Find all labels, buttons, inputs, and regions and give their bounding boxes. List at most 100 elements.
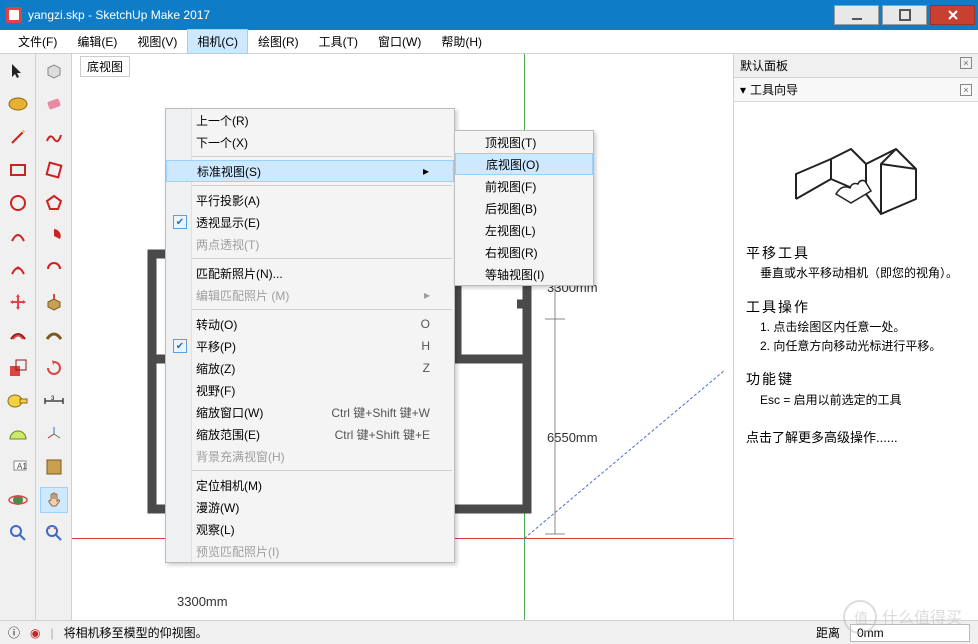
section-tool[interactable] <box>40 454 68 480</box>
view-left[interactable]: 左视图(L) <box>455 219 593 241</box>
menu-zoom-window[interactable]: 缩放窗口(W)Ctrl 键+Shift 键+W <box>166 401 454 423</box>
menu-parallel[interactable]: 平行投影(A) <box>166 189 454 211</box>
tool-column-1: A1 <box>0 54 36 620</box>
fn-heading: 功能键 <box>746 368 966 390</box>
menu-window[interactable]: 窗口(W) <box>368 29 431 54</box>
move-tool[interactable] <box>4 289 32 315</box>
freehand-tool[interactable] <box>40 124 68 150</box>
zoom-tool[interactable] <box>4 520 32 546</box>
menu-prev[interactable]: 上一个(R) <box>166 109 454 131</box>
maximize-button[interactable] <box>882 5 927 25</box>
menu-bar: 文件(F) 编辑(E) 视图(V) 相机(C) 绘图(R) 工具(T) 窗口(W… <box>0 30 978 54</box>
rotated-rect-tool[interactable] <box>40 157 68 183</box>
status-help-icon[interactable]: ⓘ <box>8 624 20 641</box>
menu-edit[interactable]: 编辑(E) <box>67 29 127 54</box>
menu-help[interactable]: 帮助(H) <box>431 29 492 54</box>
view-top[interactable]: 顶视图(T) <box>455 131 593 153</box>
tape-tool[interactable] <box>4 388 32 414</box>
menu-next[interactable]: 下一个(X) <box>166 131 454 153</box>
menu-match-photo[interactable]: 匹配新照片(N)... <box>166 262 454 284</box>
panel-sub-title: 工具向导 <box>750 81 956 98</box>
menu-edit-match: 编辑匹配照片 (M)▸ <box>166 284 454 306</box>
collapse-icon: ▾ <box>740 83 746 97</box>
menu-draw[interactable]: 绘图(R) <box>248 29 309 54</box>
window-title: yangzi.skp - SketchUp Make 2017 <box>28 8 834 22</box>
scale-tool[interactable] <box>4 355 32 381</box>
tool-desc: 垂直或水平移动相机（即您的视角）。 <box>760 264 966 283</box>
arc-tool[interactable] <box>4 223 32 249</box>
minimize-button[interactable] <box>834 5 879 25</box>
svg-text:值: 值 <box>854 610 868 626</box>
menu-walk[interactable]: 漫游(W) <box>166 496 454 518</box>
panel-subheader[interactable]: ▾ 工具向导 × <box>734 78 978 102</box>
eraser-tool[interactable] <box>40 91 68 117</box>
views-submenu: 顶视图(T) 底视图(O) 前视图(F) 后视图(B) 左视图(L) 右视图(R… <box>454 130 594 286</box>
menu-fov[interactable]: 视野(F) <box>166 379 454 401</box>
tool-column-2: 3 <box>36 54 72 620</box>
menu-zoom[interactable]: 缩放(Z)Z <box>166 357 454 379</box>
menu-zoom-bg: 背景充满视窗(H) <box>166 445 454 467</box>
view-iso[interactable]: 等轴视图(I) <box>455 263 593 285</box>
menu-orbit[interactable]: 转动(O)O <box>166 313 454 335</box>
panel-title: 默认面板 <box>740 57 788 74</box>
camera-dropdown: 上一个(R) 下一个(X) 标准视图(S)▸ 平行投影(A) ✔透视显示(E) … <box>165 108 455 563</box>
text-tool[interactable]: A1 <box>4 454 32 480</box>
distance-label: 距离 <box>816 624 840 641</box>
axes-tool[interactable] <box>40 421 68 447</box>
view-label: 底视图 <box>80 56 130 77</box>
panel-sub-close-icon[interactable]: × <box>960 84 972 96</box>
status-user-icon[interactable]: ◉ <box>30 626 40 640</box>
offset-tool[interactable] <box>4 322 32 348</box>
menu-tools[interactable]: 工具(T) <box>309 29 368 54</box>
status-bar: ⓘ ◉ | 将相机移至模型的仰视图。 距离 0mm <box>0 620 978 644</box>
select-tool[interactable] <box>4 58 32 84</box>
watermark: 值什么值得买 <box>842 599 972 640</box>
menu-preview-match: 预览匹配照片(I) <box>166 540 454 562</box>
submenu-arrow-icon: ▸ <box>423 164 429 178</box>
menu-look[interactable]: 观察(L) <box>166 518 454 540</box>
pie-tool[interactable] <box>40 223 68 249</box>
menu-camera[interactable]: 相机(C) <box>187 29 248 54</box>
panel-header: 默认面板 × <box>734 54 978 78</box>
check-icon: ✔ <box>173 215 187 229</box>
view-front[interactable]: 前视图(F) <box>455 175 593 197</box>
polygon-tool[interactable] <box>40 190 68 216</box>
op-heading: 工具操作 <box>746 296 966 318</box>
zoom-extents-tool[interactable] <box>40 520 68 546</box>
menu-file[interactable]: 文件(F) <box>8 29 67 54</box>
menu-position-camera[interactable]: 定位相机(M) <box>166 474 454 496</box>
view-right[interactable]: 右视图(R) <box>455 241 593 263</box>
paint-tool[interactable] <box>4 91 32 117</box>
orbit-tool[interactable] <box>4 487 32 513</box>
line-tool[interactable] <box>4 124 32 150</box>
component-tool[interactable] <box>40 58 68 84</box>
menu-perspective[interactable]: ✔透视显示(E) <box>166 211 454 233</box>
rectangle-tool[interactable] <box>4 157 32 183</box>
menu-view[interactable]: 视图(V) <box>127 29 187 54</box>
followme-tool[interactable] <box>40 322 68 348</box>
rotate-tool[interactable] <box>40 355 68 381</box>
svg-text:什么值得买: 什么值得买 <box>882 609 962 627</box>
side-panel: 默认面板 × ▾ 工具向导 × 平移工具 垂直或水平移动相机（即您的视角）。 工… <box>733 54 978 620</box>
protractor-tool[interactable] <box>4 421 32 447</box>
menu-zoom-extents[interactable]: 缩放范围(E)Ctrl 键+Shift 键+E <box>166 423 454 445</box>
op-step-2: 2. 向任意方向移动光标进行平移。 <box>760 337 966 356</box>
arc3-tool[interactable] <box>40 256 68 282</box>
pushpull-tool[interactable] <box>40 289 68 315</box>
more-link[interactable]: 点击了解更多高级操作...... <box>746 428 966 449</box>
op-step-1: 1. 点击绘图区内任意一处。 <box>760 318 966 337</box>
panel-close-icon[interactable]: × <box>960 57 972 69</box>
title-bar: yangzi.skp - SketchUp Make 2017 <box>0 0 978 30</box>
view-bottom[interactable]: 底视图(O) <box>455 153 593 175</box>
dimension-tool[interactable]: 3 <box>40 388 68 414</box>
arc2-tool[interactable] <box>4 256 32 282</box>
close-button[interactable] <box>930 5 975 25</box>
tool-title: 平移工具 <box>746 242 966 264</box>
pan-tool[interactable] <box>40 487 68 513</box>
menu-pan[interactable]: ✔平移(P)H <box>166 335 454 357</box>
status-message: 将相机移至模型的仰视图。 <box>64 624 806 641</box>
menu-standard-views[interactable]: 标准视图(S)▸ <box>166 160 454 182</box>
dimension-3: 3300mm <box>177 594 228 609</box>
circle-tool[interactable] <box>4 190 32 216</box>
view-back[interactable]: 后视图(B) <box>455 197 593 219</box>
